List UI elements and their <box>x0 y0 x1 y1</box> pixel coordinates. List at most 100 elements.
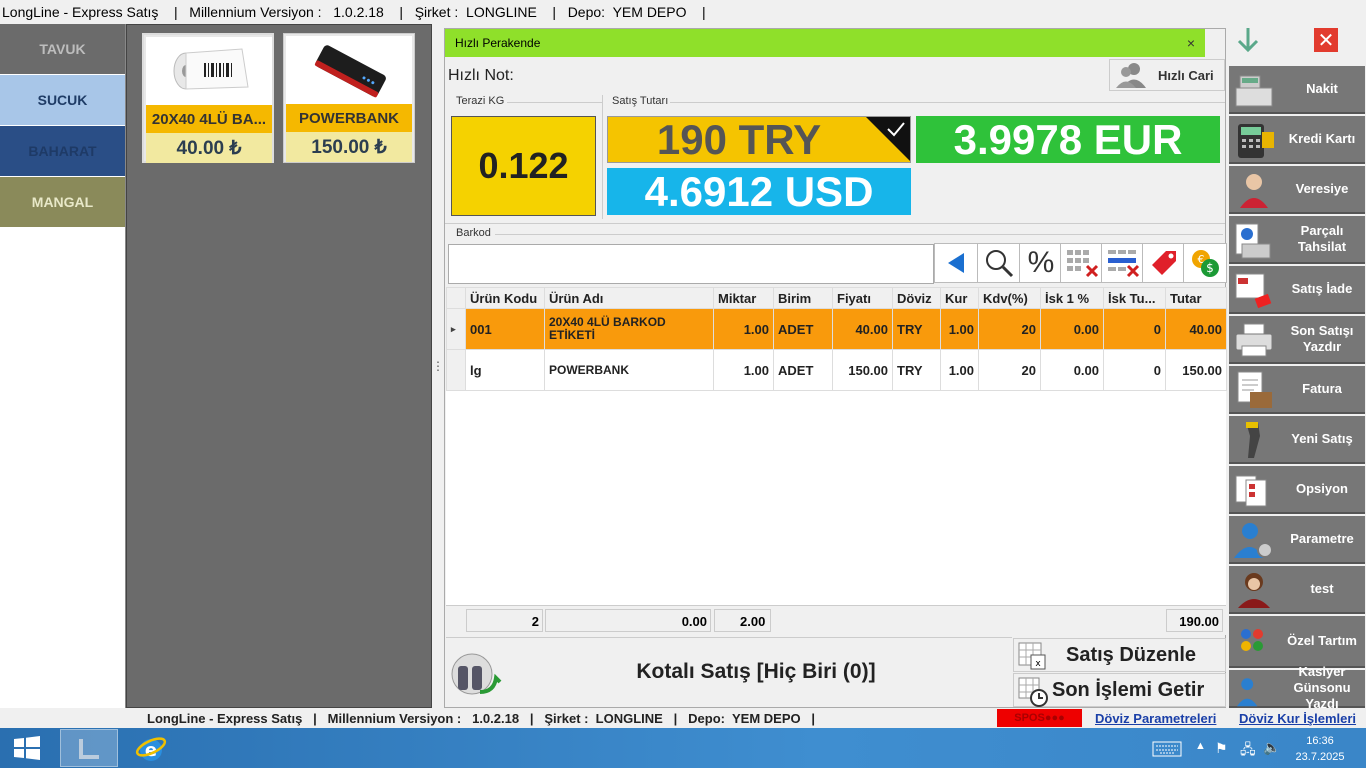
taskbar: e ▲ ⚑ 🖧 🔈 16:36 23.7.2025 <box>0 728 1366 768</box>
barcode-input[interactable] <box>448 244 934 284</box>
category-baharat[interactable]: BAHARAT <box>0 126 125 176</box>
internet-explorer-taskbar-button[interactable]: e <box>121 729 179 767</box>
splitter-handle[interactable]: ⋮ <box>432 24 444 708</box>
longline-taskbar-button[interactable] <box>60 729 118 767</box>
barcode-group-label: Barkod <box>456 227 491 239</box>
column-header[interactable]: Birim <box>773 287 833 309</box>
credit-card-button[interactable]: Kredi Kartı <box>1229 116 1365 164</box>
quota-sale-button[interactable]: Kotalı Satış [Hiç Biri (0)] <box>446 637 1012 707</box>
discount-button[interactable]: % <box>1019 243 1063 283</box>
cell-qty: 1.00 <box>713 349 774 391</box>
currency-button[interactable]: € $ <box>1183 243 1227 283</box>
delete-grid-button[interactable] <box>1060 243 1104 283</box>
new-sale-button[interactable]: Yeni Satış <box>1229 416 1365 464</box>
card-terminal-icon <box>1238 124 1274 158</box>
panel-title: Hızlı Perakende <box>455 36 541 50</box>
cell-vat: 20 <box>978 349 1041 391</box>
search-button[interactable] <box>977 243 1021 283</box>
dots-icon <box>1241 629 1263 651</box>
cell-discount: 0.00 <box>1040 349 1104 391</box>
fx-parameters-link[interactable]: Döviz Parametreleri <box>1095 711 1216 726</box>
printer-icon <box>1235 323 1273 357</box>
delete-row-button[interactable] <box>1101 243 1145 283</box>
cash-button[interactable]: Nakit <box>1229 66 1365 114</box>
currency-exchange-icon: €$ <box>1192 250 1219 277</box>
right-header: ✕ <box>1226 24 1366 64</box>
options-button[interactable]: Opsiyon <box>1229 466 1365 514</box>
product-tile[interactable]: 20X40 4LÜ BA... 40.00 ₺ <box>142 33 274 163</box>
flag-icon[interactable]: ⚑ <box>1215 740 1228 757</box>
category-mangal[interactable]: MANGAL <box>0 177 125 227</box>
parameter-button[interactable]: Parametre <box>1229 516 1365 564</box>
search-icon <box>986 250 1014 278</box>
row-header-corner <box>446 287 466 309</box>
column-header[interactable]: Miktar <box>713 287 774 309</box>
status-bar: LongLine - Express Satış | Millennium Ve… <box>0 708 1366 728</box>
cell-code: 001 <box>465 308 545 350</box>
row-selector-icon[interactable]: ▸ <box>446 308 466 350</box>
cell-name: 20X40 4LÜ BARKOD ETİKETİ <box>544 308 714 350</box>
column-header[interactable]: Tutar <box>1165 287 1227 309</box>
invoice-button[interactable]: Fatura <box>1229 366 1365 414</box>
try-total-value: 190 TRY <box>656 116 822 163</box>
price-tag-button[interactable] <box>1142 243 1186 283</box>
fx-operations-link[interactable]: Döviz Kur İşlemleri <box>1239 711 1356 726</box>
product-tile[interactable]: POWERBANK 150.00 ₺ <box>283 33 415 163</box>
arrow-left-icon <box>948 253 964 273</box>
row-selector[interactable] <box>446 349 466 391</box>
cell-unit: ADET <box>773 349 833 391</box>
table-row[interactable]: ▸ 001 20X40 4LÜ BARKOD ETİKETİ 1.00 ADET… <box>446 308 1227 350</box>
keyboard-icon[interactable] <box>1152 741 1182 757</box>
column-header[interactable]: Fiyatı <box>832 287 893 309</box>
quota-sale-label: Kotalı Satış [Hiç Biri (0)] <box>636 660 876 683</box>
cell-unit: ADET <box>773 308 833 350</box>
options-icon <box>1235 475 1267 507</box>
last-operation-button[interactable]: Son İşlemi Getir <box>1013 673 1226 707</box>
quick-account-button[interactable]: Hızlı Cari <box>1109 59 1225 91</box>
longline-app-icon <box>79 739 99 759</box>
powerbank-icon <box>286 36 412 104</box>
close-window-button[interactable]: ✕ <box>1314 28 1338 52</box>
cashier-end-of-day-button[interactable]: Kasiyer Günsonu Yazdı <box>1229 664 1365 711</box>
scale-weight-display: 0.122 <box>451 116 596 216</box>
credit-sale-button[interactable]: Veresiye <box>1229 166 1365 214</box>
product-name: POWERBANK <box>286 104 412 132</box>
test-button[interactable]: test <box>1229 566 1365 614</box>
cell-total: 40.00 <box>1165 308 1227 350</box>
sale-return-button[interactable]: Satış İade <box>1229 266 1365 314</box>
category-sucuk[interactable]: SUCUK <box>0 75 125 125</box>
edit-sale-label: Satış Düzenle <box>1066 644 1197 666</box>
custom-weighing-button[interactable]: Özel Tartım <box>1229 616 1365 668</box>
column-header[interactable]: Kur <box>940 287 979 309</box>
category-tavuk[interactable]: TAVUK <box>0 24 125 74</box>
cell-qty: 1.00 <box>713 308 774 350</box>
clock[interactable]: 16:36 23.7.2025 <box>1290 733 1350 765</box>
column-header[interactable]: Ürün Kodu <box>465 287 545 309</box>
excel-grid-icon: x <box>1018 642 1046 670</box>
print-last-sale-button[interactable]: Son Satışı Yazdır <box>1229 316 1365 364</box>
cell-currency: TRY <box>892 349 941 391</box>
column-header[interactable]: Kdv(%) <box>978 287 1041 309</box>
column-header[interactable]: İsk Tu... <box>1103 287 1166 309</box>
action-button-column: Nakit Kredi Kartı Veresiye Parçalı Tahsi… <box>1228 64 1366 711</box>
category-list: TAVUK SUCUK BAHARAT MANGAL <box>0 24 126 708</box>
network-icon[interactable]: 🖧 <box>1240 739 1256 763</box>
arrow-down-icon[interactable] <box>1236 26 1260 54</box>
split-payment-button[interactable]: Parçalı Tahsilat <box>1229 216 1365 264</box>
tray-expand-icon[interactable]: ▲ <box>1195 740 1206 752</box>
cashier-icon <box>1237 678 1258 707</box>
column-header[interactable]: İsk 1 % <box>1040 287 1104 309</box>
column-header[interactable]: Döviz <box>892 287 941 309</box>
back-button[interactable] <box>934 243 978 283</box>
row-delete-icon <box>1108 250 1140 278</box>
percent-icon: % <box>1027 246 1055 279</box>
column-header[interactable]: Ürün Adı <box>544 287 714 309</box>
users-icon <box>1116 63 1146 88</box>
edit-sale-button[interactable]: x Satış Düzenle <box>1013 638 1226 672</box>
windows-start-icon[interactable] <box>14 736 40 760</box>
volume-icon[interactable]: 🔈 <box>1263 739 1280 756</box>
panel-close-button[interactable]: × <box>1187 35 1195 51</box>
category-label: MANGAL <box>31 194 94 210</box>
table-row[interactable]: lg POWERBANK 1.00 ADET 150.00 TRY 1.00 2… <box>446 349 1227 391</box>
footer-sum: 0.00 <box>545 609 711 632</box>
